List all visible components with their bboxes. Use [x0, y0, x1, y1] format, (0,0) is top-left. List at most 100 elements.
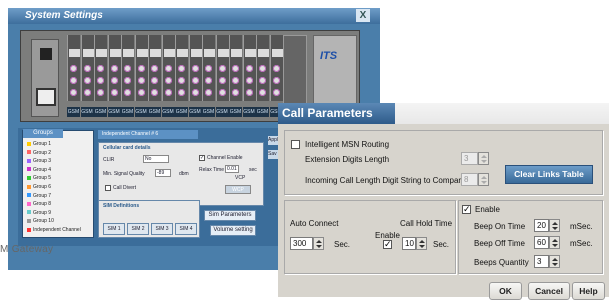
antenna-label-plate [96, 49, 107, 57]
extension-digits-field[interactable]: 3 [461, 152, 478, 165]
group-label: Group 6 [33, 184, 52, 190]
group-list-item[interactable]: Group 4 [27, 167, 51, 173]
card-led-icon [259, 65, 266, 72]
gsm-card [94, 35, 107, 101]
antenna-label-plate [190, 49, 202, 57]
antenna-label-plate [271, 49, 283, 57]
card-led-icon [205, 65, 212, 72]
system-settings-title: System Settings [25, 10, 103, 21]
gsm-card [161, 35, 175, 101]
close-icon[interactable]: X [356, 9, 370, 22]
channel-enable-checkbox[interactable]: ✓ [199, 155, 205, 161]
card-led-icon [97, 89, 104, 96]
channel-enable-label: Channel Enable [207, 155, 243, 161]
group-list-item[interactable]: Group 2 [27, 150, 51, 156]
beeps-quantity-field[interactable]: 3 [534, 255, 549, 268]
power-switch-icon [40, 48, 52, 60]
gsm-slot-label: GSM [188, 107, 202, 117]
group-label: Group 7 [33, 192, 52, 199]
beeps-quantity-label: Beeps Quantity [474, 258, 529, 267]
card-led-icon [70, 65, 77, 72]
beep-on-stepper[interactable] [549, 219, 560, 232]
help-button[interactable]: Help [572, 282, 605, 300]
independent-channel-tab[interactable]: Independent Channel # 6 [98, 130, 198, 139]
gsm-card [148, 35, 161, 101]
volume-setting-button[interactable]: Volume setting [210, 225, 256, 236]
ok-button[interactable]: OK [489, 282, 522, 300]
clear-links-table-button[interactable]: Clear Links Table [505, 165, 593, 184]
group-color-icon [27, 193, 31, 198]
sim-4-button[interactable]: SIM 4 [175, 223, 197, 235]
card-led-icon [137, 65, 145, 72]
group-color-icon [27, 210, 31, 215]
beep-on-field[interactable]: 20 [534, 219, 549, 232]
call-hold-field[interactable]: 10 [402, 237, 416, 250]
sim-definitions: SIM Definitions SIM 1 SIM 2 SIM 3 SIM 4 [98, 200, 200, 238]
sim-parameters-button[interactable]: Sim Parameters [204, 210, 256, 221]
antenna-label-plate [231, 49, 242, 57]
beep-off-field[interactable]: 60 [534, 236, 549, 249]
clir-select[interactable]: No [143, 155, 169, 163]
gsm-card [215, 35, 229, 101]
call-divert-checkbox[interactable] [105, 185, 111, 191]
sim-2-button[interactable]: SIM 2 [127, 223, 149, 235]
relax-time-label: Relax Time [199, 167, 225, 173]
gsm-slot-label: GSM [175, 107, 188, 117]
sim-3-button[interactable]: SIM 3 [151, 223, 173, 235]
group-list-item[interactable]: Group 3 [27, 158, 51, 164]
group-color-icon [27, 158, 31, 163]
call-hold-stepper[interactable] [416, 237, 427, 250]
group-list-item[interactable]: Independent Channel [27, 227, 81, 233]
gsm-card [256, 35, 269, 101]
group-list-item[interactable]: Group 7 [27, 193, 51, 199]
incoming-digits-field[interactable]: 8 [461, 173, 478, 186]
group-list-item[interactable]: Group 9 [27, 210, 51, 216]
gsm-slot-label: GSM [121, 107, 134, 117]
gsm-card [134, 35, 148, 101]
group-list-item[interactable]: Group 1 [27, 141, 51, 147]
group-list-item[interactable]: Group 8 [27, 201, 51, 207]
min-signal-field[interactable]: -89 [155, 169, 171, 177]
groups-tab[interactable]: Groups [23, 129, 63, 138]
antenna-label-plate [123, 49, 134, 57]
beep-enable-checkbox[interactable]: ✓ [462, 205, 471, 214]
beeps-quantity-stepper[interactable] [549, 255, 560, 268]
sim-1-button[interactable]: SIM 1 [103, 223, 125, 235]
card-led-icon [137, 77, 145, 84]
group-list-item[interactable]: Group 5 [27, 175, 51, 181]
group-color-icon [27, 184, 31, 189]
intelligent-msn-checkbox[interactable] [291, 140, 300, 149]
power-supply-unit [31, 39, 59, 117]
gsm-card [80, 35, 94, 101]
beep-off-stepper[interactable] [549, 236, 560, 249]
gsm-slot-label: GSM [229, 107, 242, 117]
antenna-label-plate [136, 49, 148, 57]
auto-connect-stepper[interactable] [313, 237, 324, 250]
group-color-icon [27, 219, 31, 224]
card-led-icon [191, 77, 199, 84]
beep-off-unit: mSec. [570, 239, 593, 248]
antenna-label-plate [217, 49, 229, 57]
incoming-digits-stepper[interactable] [478, 173, 489, 186]
card-led-icon [70, 89, 77, 96]
card-led-icon [272, 89, 280, 96]
group-label: Group 2 [33, 149, 52, 156]
gsm-slot-label: GSM [256, 107, 269, 117]
card-led-icon [97, 77, 104, 84]
card-led-icon [232, 65, 239, 72]
call-hold-enable-checkbox[interactable]: ✓ [383, 240, 392, 249]
extension-digits-stepper[interactable] [478, 152, 489, 165]
auto-connect-field[interactable]: 300 [290, 237, 313, 250]
relax-time-field[interactable]: 0.01 [225, 165, 239, 173]
card-led-icon [218, 65, 226, 72]
cancel-button[interactable]: Cancel [528, 282, 570, 300]
beep-on-label: Beep On Time [474, 222, 526, 231]
incoming-digits-label: Incoming Call Length Digit String to Com… [305, 176, 466, 185]
group-list-item[interactable]: Group 6 [27, 184, 51, 190]
wcp-button[interactable]: WCP [225, 185, 251, 194]
call-hold-unit: Sec. [433, 240, 450, 249]
card-led-icon [245, 65, 253, 72]
antenna-label-plate [244, 49, 256, 57]
group-list-item[interactable]: Group 10 [27, 218, 54, 224]
gsm-card [121, 35, 134, 101]
